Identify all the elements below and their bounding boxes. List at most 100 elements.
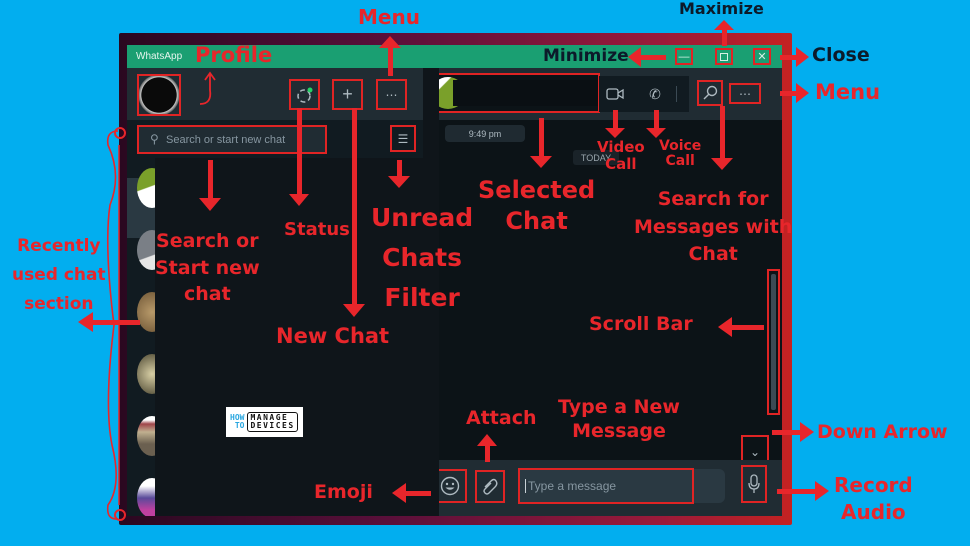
attach-button[interactable] (475, 470, 505, 503)
minimize-button[interactable]: — (675, 48, 693, 65)
annotation-line: Start new (155, 256, 260, 279)
close-icon: ✕ (757, 51, 767, 63)
annotation-line: Chat (688, 243, 738, 266)
annotation-attach-arrow (485, 444, 490, 462)
voice-call-button[interactable]: ✆ (643, 82, 667, 106)
annotation-menu-top: Menu (358, 5, 420, 29)
watermark-right: MANAGE DEVICES (247, 411, 298, 433)
chat-list[interactable] (127, 158, 167, 516)
annotation-arrowhead (392, 483, 406, 503)
annotation-line: Call (665, 153, 695, 170)
selected-chat-header[interactable] (428, 73, 600, 113)
annotation-arrowhead (796, 83, 809, 103)
scroll-thumb[interactable] (771, 274, 776, 410)
message-input[interactable] (525, 479, 685, 493)
annotation-arrowhead (711, 158, 733, 170)
annotation-arrowhead (815, 481, 829, 501)
annotation-record-arrow (777, 489, 817, 494)
status-button[interactable] (289, 79, 320, 110)
app-title: WhatsApp (136, 51, 183, 62)
annotation-arrowhead (714, 20, 734, 30)
video-call-icon (606, 88, 624, 100)
search-messages-button[interactable] (697, 80, 723, 106)
watermark-logo: HOW TO MANAGE DEVICES (226, 407, 303, 437)
annotation-line: Message (572, 419, 666, 442)
chevron-down-icon: ⌄ (749, 444, 761, 459)
annotation-line: Unread (371, 203, 474, 232)
annotation-new-chat-arrow (352, 108, 357, 306)
annotation-emoji-arrow (405, 491, 431, 496)
annotation-scroll-bar: Scroll Bar (589, 313, 693, 335)
annotation-arrowhead (289, 194, 309, 206)
annotation-search-arrow (720, 106, 725, 160)
annotation-scroll-arrow (730, 325, 764, 330)
search-row: ⚲ ☰ (127, 120, 423, 158)
video-call-button[interactable] (603, 82, 627, 106)
annotation-arrowhead (477, 434, 497, 446)
scroll-bar[interactable] (767, 269, 780, 415)
search-icon (703, 85, 718, 100)
annotation-minimize-arrow (640, 55, 666, 60)
annotation-arrowhead (800, 422, 814, 442)
plus-icon: + (342, 84, 353, 104)
annotation-minimize: Minimize (543, 46, 629, 66)
attach-icon (483, 478, 498, 495)
profile-avatar[interactable] (137, 74, 181, 116)
annotation-line: Recently (17, 236, 101, 256)
maximize-button[interactable] (715, 48, 733, 65)
chat-pane: ✆ ⋯ 9:49 pm TODAY ⌄ (423, 68, 782, 516)
status-ring-icon (296, 87, 312, 103)
annotation-selected-chat: Selected Chat (478, 175, 595, 237)
annotation-line: Type a New (558, 396, 680, 418)
record-audio-button[interactable] (741, 465, 767, 503)
message-input-box[interactable] (518, 468, 694, 504)
message-timestamp: 9:49 pm (445, 125, 525, 142)
annotation-unread-filter: Unread Chats Filter (371, 198, 473, 318)
annotation-emoji: Emoji (314, 481, 373, 503)
filter-icon: ☰ (397, 131, 409, 146)
close-button[interactable]: ✕ (753, 48, 771, 65)
sidebar-menu-button[interactable]: ⋯ (376, 79, 407, 110)
annotation-profile: Profile (195, 43, 273, 67)
annotation-type-message: Type a New Message (558, 396, 680, 444)
annotation-arrowhead (388, 176, 410, 188)
microphone-icon (748, 474, 760, 493)
minimize-icon: — (678, 50, 690, 63)
new-chat-button[interactable]: + (332, 79, 363, 110)
ellipsis-icon: ⋯ (739, 86, 751, 101)
annotation-line: Record (834, 473, 913, 497)
chat-header: ✆ ⋯ (423, 68, 782, 120)
annotation-arrowhead (718, 317, 732, 337)
annotation-search-or-start: Search or Start new chat (155, 228, 260, 308)
watermark-left: HOW TO (230, 414, 244, 430)
annotation-video-call: Video Call (597, 139, 645, 172)
annotation-maximize-arrow (722, 28, 727, 46)
unread-filter-button[interactable]: ☰ (390, 125, 416, 152)
maximize-icon (720, 52, 728, 61)
annotation-arrowhead (379, 36, 401, 48)
annotation-line: Messages with (634, 215, 793, 238)
annotation-line: used chat (12, 264, 106, 285)
annotation-profile-arrow (199, 71, 216, 105)
annotation-line: Chat (505, 207, 568, 236)
annotation-maximize: Maximize (679, 0, 764, 18)
voice-call-icon: ✆ (649, 85, 661, 102)
search-input[interactable] (166, 133, 306, 146)
watermark-devices: DEVICES (250, 421, 295, 430)
annotation-down-arrow: Down Arrow (817, 421, 948, 443)
annotation-line: Video (597, 138, 645, 156)
selected-chat-name-redacted (453, 80, 598, 106)
annotation-line: Filter (384, 283, 460, 312)
annotation-new-chat: New Chat (276, 324, 390, 348)
annotation-selected-chat-arrow (539, 118, 544, 158)
chat-menu-button[interactable]: ⋯ (729, 83, 761, 104)
annotation-bracket (106, 127, 126, 521)
annotation-line: Audio (841, 500, 906, 524)
annotation-arrowhead (199, 198, 221, 211)
annotation-line: Voice (659, 138, 702, 154)
message-composer (423, 460, 782, 516)
annotation-status: Status (284, 219, 350, 240)
sidebar-header: + ⋯ (127, 68, 423, 120)
annotation-arrowhead (628, 47, 641, 67)
annotation-voice-arrow (654, 110, 659, 130)
